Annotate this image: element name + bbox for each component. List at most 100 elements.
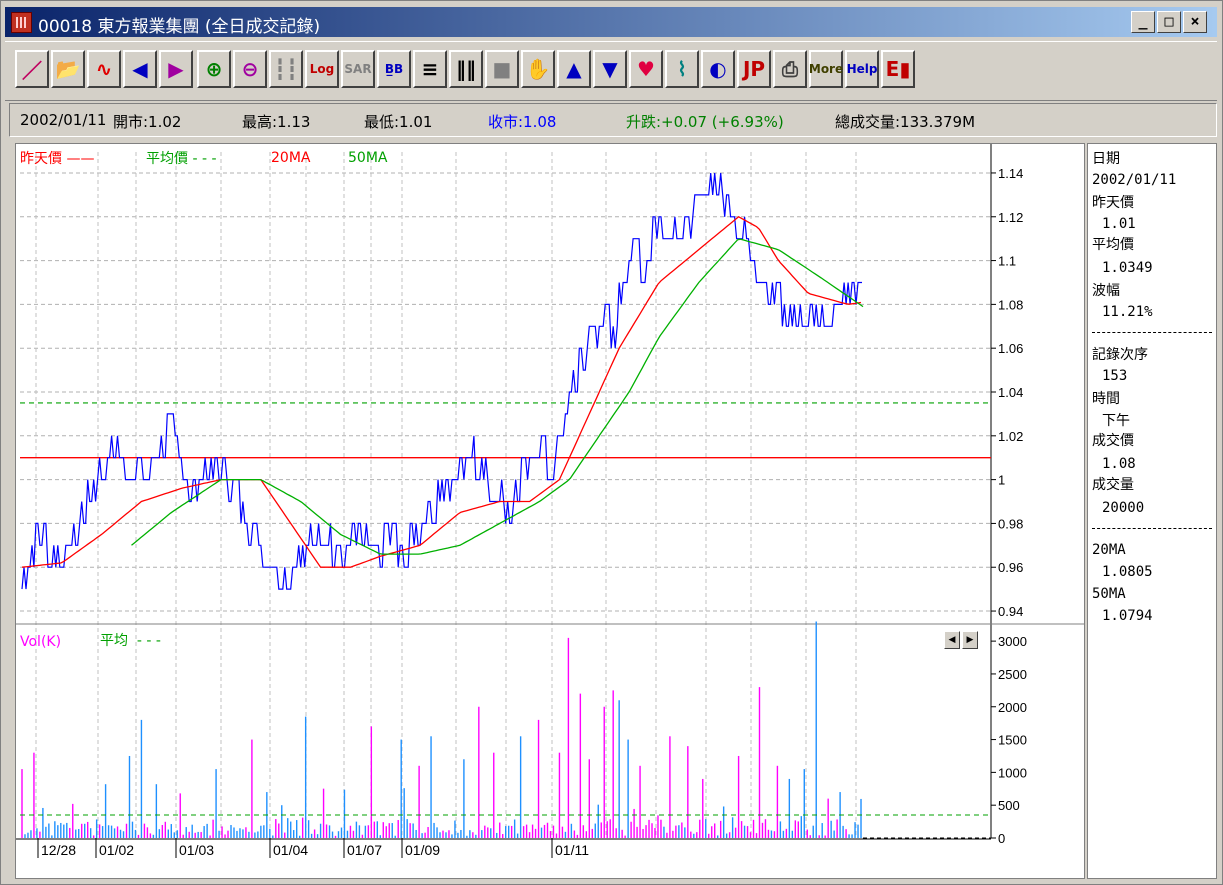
arrow-down-icon: ▼ <box>602 57 618 81</box>
data-side-panel: 日期 2002/01/11 昨天價 1.01 平均價 1.0349 波幅 11.… <box>1087 143 1217 879</box>
ma50-line <box>131 238 864 555</box>
zoom-out-icon: ⊖ <box>241 57 259 81</box>
close-button[interactable]: × <box>1183 11 1207 33</box>
exit-door-button[interactable]: E▮ <box>881 50 915 88</box>
sar-button[interactable]: SAR <box>341 50 375 88</box>
price-volume-chart[interactable]: 1.14 1.12 1.1 1.08 1.06 1.04 1.02 1 0.98 0.96 0.94… <box>16 144 1084 878</box>
legend-avg-price: 平均價 - - - <box>146 151 217 167</box>
info-high: 最高:1.13 <box>242 113 311 131</box>
candlestick-button[interactable]: ┇┇ <box>269 50 303 88</box>
x-tick-label: 01/09 <box>405 842 440 858</box>
volume-tick-label: 500 <box>998 798 1020 813</box>
arrow-down-button[interactable]: ▼ <box>593 50 627 88</box>
toolbar: ／ 📂 ∿ ◀ ▶ ⊕ ⊖ ┇┇ Log SAR B̲B ≡ ‖‖ ■ ✋ ▲ ▼ ♥ ⌇ ◐ JP ⎙ More Help E… <box>5 41 1217 101</box>
side-ma20-value: 1.0805 <box>1102 564 1153 580</box>
zoom-out-button[interactable]: ⊖ <box>233 50 267 88</box>
bb-icon: B̲B <box>384 62 404 76</box>
info-change: 升跌:+0.07 (+6.93%) <box>626 113 784 131</box>
side-separator <box>1092 332 1212 333</box>
app-icon[interactable] <box>11 12 32 33</box>
title-bar[interactable]: 00018 東方報業集團 (全日成交記錄) _ □ × <box>5 7 1217 37</box>
indicator-chart-button[interactable]: ⌇ <box>665 50 699 88</box>
exit-door-icon: E▮ <box>885 57 911 81</box>
price-tick-label: 1.06 <box>998 341 1023 356</box>
more-button[interactable]: More <box>809 50 843 88</box>
hand-icon: ✋ <box>525 57 551 81</box>
quote-info-bar: 2002/01/11 開市:1.02 最高:1.13 最低:1.01 收市:1.… <box>9 103 1217 137</box>
side-vol-value: 20000 <box>1102 500 1145 516</box>
side-time-value: 下午 <box>1102 413 1130 429</box>
open-folder-button[interactable]: 📂 <box>51 50 85 88</box>
volume-tick-label: 2500 <box>998 667 1027 682</box>
volume-tick-label: 1500 <box>998 733 1027 748</box>
price-tick-label: 0.96 <box>998 560 1023 575</box>
scroll-left-button[interactable]: ◀ <box>944 631 960 649</box>
info-low: 最低:1.01 <box>364 113 433 131</box>
maximize-button[interactable]: □ <box>1157 11 1181 33</box>
chart-area[interactable]: 1.14 1.12 1.1 1.08 1.06 1.04 1.02 1 0.98 0.96 0.94… <box>15 143 1085 879</box>
help-button[interactable]: Help <box>845 50 879 88</box>
window-title: 00018 東方報業集團 (全日成交記錄) <box>38 17 321 37</box>
legend-vol-avg: 平均 - - - <box>100 633 161 649</box>
app-window: 00018 東方報業集團 (全日成交記錄) _ □ × ／ 📂 ∿ ◀ ▶ ⊕ ⊖ ┇┇ Log… <box>0 0 1223 885</box>
arrow-up-button[interactable]: ▲ <box>557 50 591 88</box>
vertical-grid-button[interactable]: ‖‖ <box>449 50 483 88</box>
print-icon: ⎙ <box>782 57 798 81</box>
zoom-in-button[interactable]: ⊕ <box>197 50 231 88</box>
indicator-chart-icon: ⌇ <box>677 57 687 81</box>
scroll-right-button[interactable]: ▶ <box>962 631 978 649</box>
fill-square-icon: ■ <box>492 57 512 81</box>
arrow-right-button[interactable]: ▶ <box>159 50 193 88</box>
wave-button[interactable]: ∿ <box>87 50 121 88</box>
arrow-up-icon: ▲ <box>566 57 582 81</box>
sar-icon: SAR <box>344 62 372 76</box>
side-seq-label: 記錄次序 <box>1092 347 1148 363</box>
arrow-left-button[interactable]: ◀ <box>123 50 157 88</box>
color-palette-button[interactable]: ◐ <box>701 50 735 88</box>
x-tick-label: 01/03 <box>179 842 214 858</box>
legend-20ma: 20MA <box>271 150 311 166</box>
legend-50ma: 50MA <box>348 150 388 166</box>
side-ma50-label: 50MA <box>1092 586 1126 602</box>
favorite-folder-button[interactable]: ♥ <box>629 50 663 88</box>
info-volume: 總成交量:133.379M <box>835 113 976 131</box>
arrow-right-icon: ▶ <box>168 57 184 81</box>
print-button[interactable]: ⎙ <box>773 50 807 88</box>
candlestick-icon: ┇┇ <box>273 57 299 81</box>
horizontal-grid-button[interactable]: ≡ <box>413 50 447 88</box>
x-tick-label: 12/28 <box>41 842 76 858</box>
draw-line-icon: ／ <box>22 58 42 83</box>
wave-icon: ∿ <box>95 57 113 81</box>
side-date-label: 日期 <box>1092 151 1120 167</box>
side-time-label: 時間 <box>1092 391 1120 407</box>
price-tick-label: 0.94 <box>998 604 1023 619</box>
side-avg-label: 平均價 <box>1092 237 1134 253</box>
price-tick-label: 0.98 <box>998 516 1023 531</box>
info-open: 開市:1.02 <box>113 113 182 131</box>
log-button[interactable]: Log <box>305 50 339 88</box>
price-tick-label: 1.04 <box>998 385 1023 400</box>
volume-tick-label: 2000 <box>998 700 1027 715</box>
side-amp-label: 波幅 <box>1092 283 1120 299</box>
bb-button[interactable]: B̲B <box>377 50 411 88</box>
volume-tick-label: 1000 <box>998 765 1027 780</box>
arrow-left-icon: ◀ <box>132 57 148 81</box>
volume-tick-label: 0 <box>998 831 1005 846</box>
x-tick-label: 01/02 <box>99 842 134 858</box>
save-jp-button[interactable]: JP <box>737 50 771 88</box>
side-price-label: 成交價 <box>1092 433 1134 449</box>
side-seq-value: 153 <box>1102 368 1128 384</box>
price-tick-label: 1.1 <box>998 254 1016 269</box>
vertical-grid-icon: ‖‖ <box>456 57 476 81</box>
side-prev-label: 昨天價 <box>1092 195 1134 211</box>
hand-button[interactable]: ✋ <box>521 50 555 88</box>
color-palette-icon: ◐ <box>709 57 727 81</box>
zoom-in-icon: ⊕ <box>205 57 223 81</box>
save-jp-icon: JP <box>742 57 766 81</box>
side-avg-value: 1.0349 <box>1102 260 1153 276</box>
price-tick-label: 1.14 <box>998 166 1023 181</box>
minimize-button[interactable]: _ <box>1131 11 1155 33</box>
price-tick-label: 1.12 <box>998 210 1023 225</box>
draw-line-button[interactable]: ／ <box>15 50 49 88</box>
fill-square-button[interactable]: ■ <box>485 50 519 88</box>
